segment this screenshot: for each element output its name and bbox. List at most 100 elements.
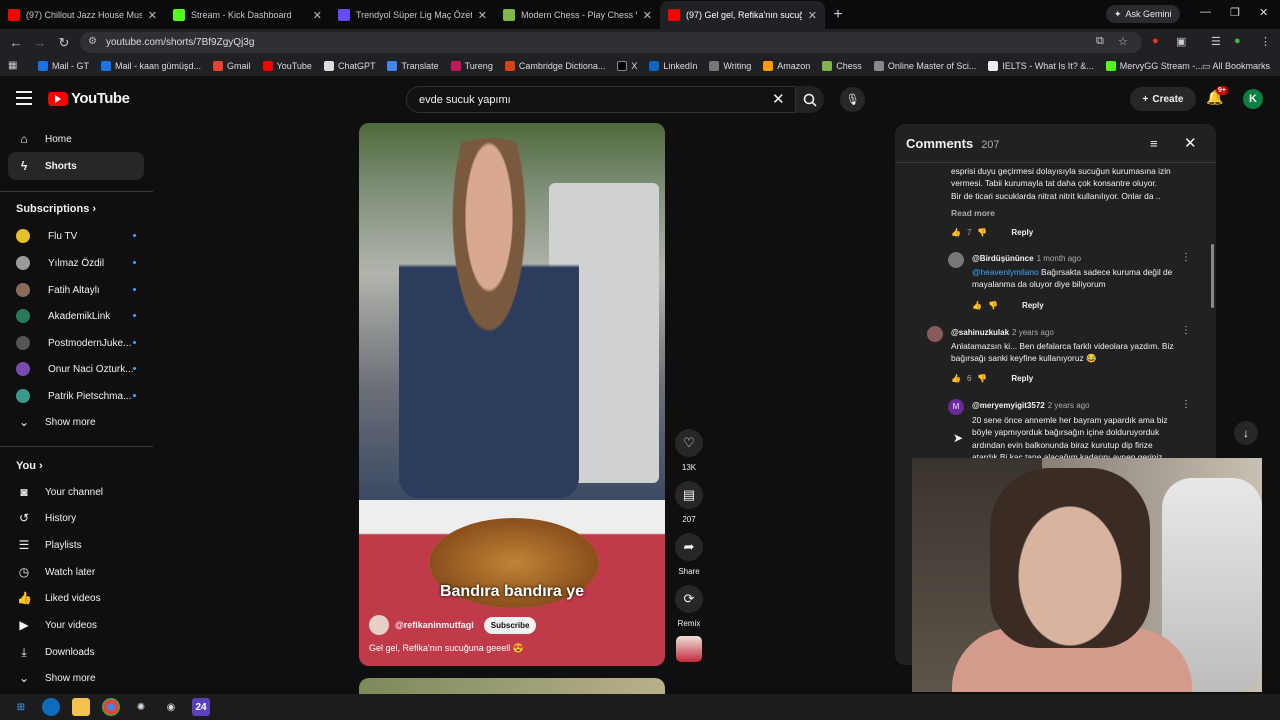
sidebar-item-history[interactable]: ↺ History bbox=[8, 504, 144, 532]
create-button[interactable]: + Create bbox=[1130, 87, 1196, 111]
close-tab-icon[interactable]: ✕ bbox=[313, 9, 322, 22]
app-24-icon[interactable]: 24 bbox=[192, 698, 210, 716]
short-video-player[interactable]: Bandıra bandıra ye @refikaninmutfagi Subs… bbox=[359, 123, 665, 666]
url-bar[interactable]: ⚙ youtube.com/shorts/7Bf9ZgyQj3g bbox=[80, 32, 1142, 53]
bookmark-item[interactable]: Mail - kaan gümüşd... bbox=[95, 61, 207, 71]
bookmark-item[interactable]: X bbox=[611, 61, 643, 71]
sidebar-channel[interactable]: Flu TV bbox=[16, 229, 136, 243]
bookmark-item[interactable]: ChatGPT bbox=[318, 61, 382, 71]
show-more-button[interactable]: ⌄ Show more bbox=[8, 408, 144, 436]
thumbs-up-icon[interactable]: 👍 bbox=[951, 374, 961, 383]
browser-tab[interactable]: Modern Chess - Play Chess Var ✕ bbox=[495, 1, 660, 29]
more-options-icon[interactable]: ⋮ bbox=[1181, 252, 1191, 263]
extensions-puzzle-icon[interactable]: ▣ bbox=[1176, 35, 1186, 48]
sidebar-item-playlists[interactable]: ☰ Playlists bbox=[8, 531, 144, 559]
you-heading[interactable]: You › bbox=[16, 460, 43, 472]
comments-button[interactable]: ▤ 207 bbox=[674, 481, 704, 524]
mention-link[interactable]: @heavenlymilano bbox=[972, 267, 1039, 277]
sort-icon[interactable]: ≡ bbox=[1150, 136, 1158, 151]
youtube-logo[interactable]: YouTube bbox=[48, 90, 130, 107]
thumbs-down-icon[interactable]: 👎 bbox=[988, 301, 998, 310]
bookmark-item[interactable]: Chess bbox=[816, 61, 868, 71]
reading-list-icon[interactable]: ☰ bbox=[1211, 35, 1221, 48]
close-tab-icon[interactable]: ✕ bbox=[478, 9, 487, 22]
obs-icon[interactable]: ◉ bbox=[162, 698, 180, 716]
chrome-menu-icon[interactable]: ⋮ bbox=[1260, 35, 1271, 48]
thumbs-down-icon[interactable]: 👎 bbox=[977, 374, 987, 383]
bookmark-item[interactable]: LinkedIn bbox=[643, 61, 703, 71]
reload-icon[interactable]: ↻ bbox=[52, 35, 76, 51]
remix-button[interactable]: ⟳ Remix bbox=[674, 585, 704, 628]
comment-author[interactable]: @sahinuzkulak 2 years ago bbox=[951, 328, 1054, 337]
sidebar-item-your-videos[interactable]: ▶ Your videos bbox=[8, 611, 144, 639]
commenter-avatar[interactable] bbox=[927, 326, 943, 342]
browser-tab[interactable]: (97) Chillout Jazz House Music ✕ bbox=[0, 1, 165, 29]
reply-button[interactable]: Reply bbox=[1011, 374, 1033, 383]
commenter-avatar[interactable] bbox=[948, 252, 964, 268]
bookmark-item[interactable]: Amazon bbox=[757, 61, 816, 71]
bookmark-item[interactable]: Online Master of Sci... bbox=[868, 61, 983, 71]
sidebar-item-watch-later[interactable]: ◷ Watch later bbox=[8, 558, 144, 586]
sidebar-item-downloads[interactable]: ⤓ Downloads bbox=[8, 638, 144, 666]
close-tab-icon[interactable]: ✕ bbox=[148, 9, 157, 22]
comment-author[interactable]: @Birdüşününce 1 month ago bbox=[972, 254, 1081, 263]
sound-thumbnail[interactable] bbox=[676, 636, 702, 662]
reply-button[interactable]: Reply bbox=[1022, 301, 1044, 310]
new-tab-button[interactable]: + bbox=[825, 1, 851, 29]
profile-icon[interactable]: ● bbox=[1234, 35, 1241, 47]
sidebar-channel[interactable]: Onur Naci Ozturk... bbox=[16, 362, 136, 376]
minimize-icon[interactable]: — bbox=[1200, 6, 1211, 18]
voice-search-button[interactable]: 🎙 bbox=[840, 87, 865, 112]
sidebar-item-liked-videos[interactable]: 👍 Liked videos bbox=[8, 584, 144, 612]
forward-icon[interactable]: → bbox=[28, 35, 52, 50]
video-title[interactable]: Gel gel, Refika'nın sucuğuna geeell 😍 bbox=[369, 643, 524, 654]
comments-scrollbar[interactable] bbox=[1211, 244, 1214, 308]
apps-grid-icon[interactable]: ▦ bbox=[8, 60, 17, 71]
chrome-icon[interactable] bbox=[102, 698, 120, 716]
bookmark-item[interactable]: Gmail bbox=[207, 61, 257, 71]
sidebar-channel[interactable]: Yılmaz Özdil bbox=[16, 256, 136, 270]
bookmark-item[interactable]: Cambridge Dictiona... bbox=[499, 61, 612, 71]
show-more-button[interactable]: ⌄ Show more bbox=[8, 664, 144, 692]
channel-avatar[interactable] bbox=[369, 615, 389, 635]
sidebar-item-your-channel[interactable]: ◙ Your channel bbox=[8, 478, 144, 506]
maximize-icon[interactable]: ❐ bbox=[1230, 6, 1240, 19]
sidebar-item-shorts[interactable]: ϟ Shorts bbox=[8, 152, 144, 180]
more-options-icon[interactable]: ⋮ bbox=[1181, 325, 1191, 336]
thumbs-up-icon[interactable]: 👍 bbox=[951, 228, 961, 237]
read-more-link[interactable]: Read more bbox=[951, 208, 995, 218]
ask-gemini-button[interactable]: ✦ Ask Gemini bbox=[1106, 5, 1180, 23]
site-info-icon[interactable]: ⚙ bbox=[88, 36, 97, 47]
reply-button[interactable]: Reply bbox=[1011, 228, 1033, 237]
bookmark-item[interactable]: YouTube bbox=[257, 61, 318, 71]
next-video-arrow-icon[interactable]: ↓ bbox=[1234, 421, 1258, 445]
bookmark-item[interactable]: Translate bbox=[381, 61, 444, 71]
all-bookmarks-button[interactable]: ▭ All Bookmarks bbox=[1202, 61, 1270, 72]
windows-start-icon[interactable]: ⊞ bbox=[12, 698, 30, 716]
bookmark-item[interactable]: IELTS - What Is It? &... bbox=[982, 61, 1099, 71]
comment-author[interactable]: @meryemyigit3572 2 years ago bbox=[972, 401, 1090, 410]
close-tab-icon[interactable]: ✕ bbox=[643, 9, 652, 22]
subscriptions-heading[interactable]: Subscriptions › bbox=[16, 203, 96, 215]
bookmark-star-icon[interactable]: ☆ bbox=[1118, 35, 1128, 48]
bookmark-item[interactable]: Writing bbox=[703, 61, 757, 71]
search-input[interactable]: evde sucuk yapımı bbox=[406, 86, 796, 113]
browser-tab[interactable]: Trendyol Süper Lig Maç Özetle ✕ bbox=[330, 1, 495, 29]
bookmark-item[interactable]: Tureng bbox=[445, 61, 499, 71]
share-button[interactable]: ➦ Share bbox=[674, 533, 704, 576]
sidebar-item-home[interactable]: ⌂ Home bbox=[8, 125, 144, 153]
close-icon[interactable]: ✕ bbox=[1184, 134, 1197, 152]
subscribe-button[interactable]: Subscribe bbox=[483, 616, 537, 634]
bookmark-item[interactable]: Mail - GT bbox=[32, 61, 95, 71]
browser-tab-active[interactable]: (97) Gel gel, Refika'nın sucuğu ✕ bbox=[660, 1, 825, 29]
back-icon[interactable]: ← bbox=[4, 35, 28, 50]
search-button[interactable] bbox=[796, 86, 824, 113]
install-icon[interactable]: ⧉ bbox=[1096, 35, 1104, 48]
sidebar-channel[interactable]: Fatih Altaylı bbox=[16, 283, 136, 297]
file-explorer-icon[interactable] bbox=[72, 698, 90, 716]
thumbs-down-icon[interactable]: 👎 bbox=[977, 228, 987, 237]
sidebar-channel[interactable]: Patrik Pietschma... bbox=[16, 389, 136, 403]
browser-tab[interactable]: Stream - Kick Dashboard ✕ bbox=[165, 1, 330, 29]
commenter-avatar[interactable]: M bbox=[948, 399, 964, 415]
account-avatar[interactable]: K bbox=[1243, 89, 1263, 109]
